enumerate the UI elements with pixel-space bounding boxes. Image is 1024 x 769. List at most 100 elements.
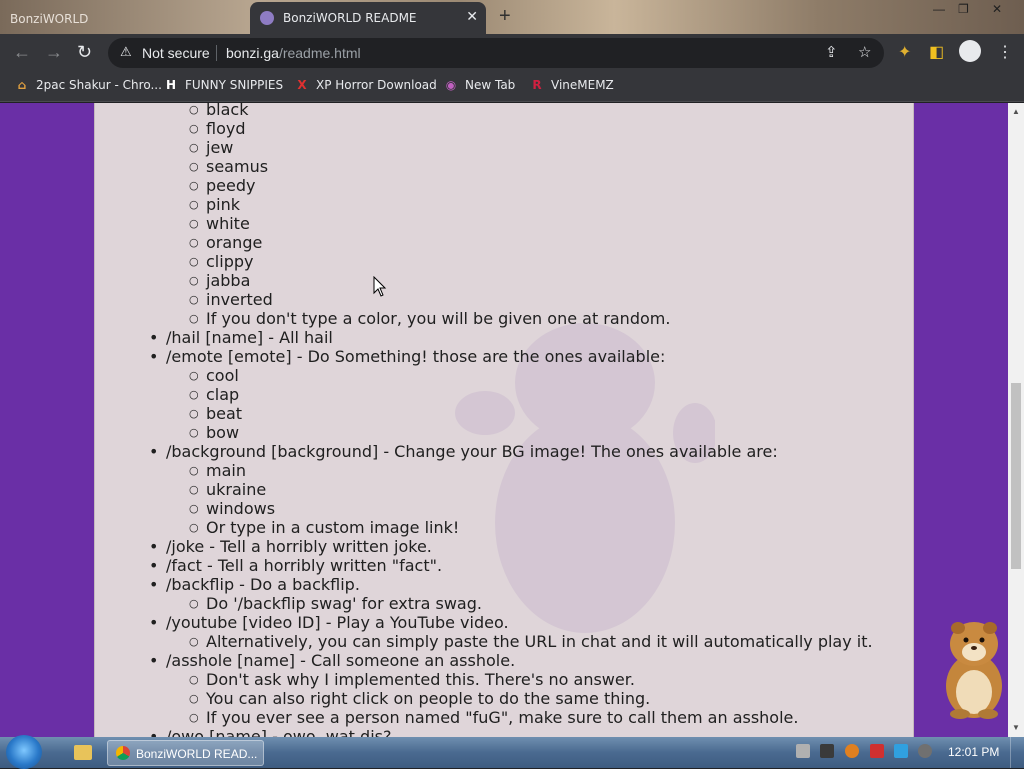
color-item: peedy	[189, 176, 256, 195]
close-window-button[interactable]: ✕	[992, 2, 1002, 16]
command-owo: /owo [name] - owo, wat dis?	[149, 727, 392, 737]
profile-avatar-icon[interactable]	[959, 40, 981, 62]
emote-item: beat	[189, 404, 242, 423]
bookmark-xp-horror[interactable]: X XP Horror Download	[294, 78, 437, 92]
page-scrollbar[interactable]: ▲ ▼	[1008, 103, 1024, 737]
warning-icon[interactable]: ⚠	[120, 44, 132, 60]
chrome-taskbar-label: BonziWORLD READ...	[136, 747, 258, 761]
bookmark-icon: X	[297, 78, 307, 92]
bookmark-2pac[interactable]: ⌂ 2pac Shakur - Chro...	[14, 78, 162, 92]
address-bar[interactable]: ⚠ Not secure bonzi.ga/readme.html ⇪ ☆	[108, 38, 884, 68]
show-desktop-button[interactable]	[1010, 737, 1024, 768]
scroll-down-icon[interactable]: ▼	[1012, 723, 1020, 732]
mouse-cursor-icon	[373, 276, 387, 297]
color-note: If you don't type a color, you will be g…	[189, 309, 670, 328]
tray-flag-icon[interactable]	[870, 744, 884, 758]
share-icon[interactable]: ⇪	[825, 43, 838, 61]
color-item: pink	[189, 195, 240, 214]
background-item: main	[189, 461, 246, 480]
emote-item: clap	[189, 385, 239, 404]
color-item: orange	[189, 233, 262, 252]
hamster-character-image[interactable]	[938, 614, 1008, 720]
forward-arrow-icon[interactable]: →	[45, 42, 63, 63]
background-item: Or type in a custom image link!	[189, 518, 459, 537]
bookmark-icon: R	[532, 78, 542, 92]
bookmark-vinememz[interactable]: R VineMEMZ	[529, 78, 614, 92]
backflip-note: Do '/backflip swag' for extra swag.	[189, 594, 482, 613]
url-path: /readme.html	[278, 45, 361, 61]
chrome-taskbar-button[interactable]: BonziWORLD READ...	[107, 740, 264, 766]
url-host: bonzi.ga	[226, 45, 279, 61]
color-item: jew	[189, 138, 234, 157]
browser-toolbar: ← → ↻ ⚠ Not secure bonzi.ga/readme.html …	[0, 34, 1024, 72]
readme-content: black floyd jew seamus peedy pink white …	[94, 103, 914, 737]
background-item: ukraine	[189, 480, 266, 499]
command-asshole: /asshole [name] - Call someone an asshol…	[149, 651, 515, 670]
command-background: /background [background] - Change your B…	[149, 442, 778, 461]
tab-label: BonziWORLD README	[283, 11, 417, 25]
security-label[interactable]: Not secure	[142, 45, 210, 61]
background-item: windows	[189, 499, 275, 518]
tab-strip: BonziWORLD BonziWORLD README ✕ + — ❐ ✕	[0, 0, 1024, 34]
emote-item: cool	[189, 366, 239, 385]
scroll-up-icon[interactable]: ▲	[1012, 107, 1020, 116]
command-hail: /hail [name] - All hail	[149, 328, 333, 347]
page-viewport: black floyd jew seamus peedy pink white …	[0, 103, 1008, 737]
bookmarks-bar: ⌂ 2pac Shakur - Chro... H FUNNY SNIPPIES X…	[0, 72, 1024, 102]
explorer-taskbar-button[interactable]	[62, 740, 102, 766]
command-emote: /emote [emote] - Do Something! those are…	[149, 347, 665, 366]
bookmark-funny-snippies[interactable]: H FUNNY SNIPPIES	[163, 78, 283, 92]
bookmark-label: FUNNY SNIPPIES	[185, 78, 284, 92]
windows-taskbar: BonziWORLD READ... 12:01 PM	[0, 735, 1024, 769]
folder-icon	[74, 745, 92, 760]
bookmark-icon: ⌂	[17, 78, 27, 92]
color-item: floyd	[189, 119, 245, 138]
command-youtube: /youtube [video ID] - Play a YouTube vid…	[149, 613, 509, 632]
chrome-icon	[116, 746, 130, 760]
taskbar-clock[interactable]: 12:01 PM	[948, 745, 999, 759]
color-item: jabba	[189, 271, 251, 290]
bookmark-label: VineMEMZ	[551, 78, 614, 92]
color-item: inverted	[189, 290, 273, 309]
new-tab-button[interactable]: +	[499, 5, 511, 28]
bookmark-star-icon[interactable]: ☆	[858, 43, 871, 61]
menu-kebab-icon[interactable]: ⋮	[997, 42, 1013, 62]
divider	[216, 45, 217, 61]
asshole-note: Don't ask why I implemented this. There'…	[189, 670, 635, 689]
close-tab-icon[interactable]: ✕	[466, 9, 478, 25]
tab-label: BonziWORLD	[10, 12, 89, 26]
command-backflip: /backflip - Do a backflip.	[149, 575, 360, 594]
color-item: black	[189, 103, 249, 119]
youtube-note: Alternatively, you can simply paste the …	[189, 632, 873, 651]
bookmark-icon: H	[165, 78, 177, 92]
bookmark-new-tab[interactable]: ◉ New Tab	[443, 78, 516, 92]
extensions-icon[interactable]: ✦	[898, 42, 911, 62]
color-item: seamus	[189, 157, 268, 176]
tray-volume-icon[interactable]	[918, 744, 932, 758]
command-fact: /fact - Tell a horribly written "fact".	[149, 556, 442, 575]
tray-tool-icon[interactable]	[820, 744, 834, 758]
asshole-note: You can also right click on people to do…	[189, 689, 650, 708]
reload-icon[interactable]: ↻	[77, 42, 92, 63]
tray-network-icon[interactable]	[894, 744, 908, 758]
side-panel-icon[interactable]: ◧	[929, 42, 944, 62]
back-arrow-icon[interactable]: ←	[13, 42, 31, 63]
emote-item: bow	[189, 423, 239, 442]
tray-app-icon[interactable]	[796, 744, 810, 758]
scrollbar-thumb[interactable]	[1011, 383, 1021, 569]
command-joke: /joke - Tell a horribly written joke.	[149, 537, 432, 556]
restore-button[interactable]: ❐	[958, 2, 969, 16]
color-item: clippy	[189, 252, 254, 271]
start-button[interactable]	[6, 735, 42, 769]
bookmark-label: XP Horror Download	[316, 78, 437, 92]
bookmark-label: 2pac Shakur - Chro...	[36, 78, 162, 92]
bookmark-icon: ◉	[445, 78, 457, 92]
color-item: white	[189, 214, 250, 233]
tab-bonziworld[interactable]: BonziWORLD	[0, 4, 248, 34]
asshole-note: If you ever see a person named "fuG", ma…	[189, 708, 798, 727]
minimize-button[interactable]: —	[933, 2, 945, 16]
bonzi-favicon-icon	[260, 11, 274, 25]
url-text[interactable]: bonzi.ga/readme.html	[226, 45, 361, 61]
tray-search-icon[interactable]	[845, 744, 859, 758]
tab-readme[interactable]: BonziWORLD README ✕	[250, 2, 486, 34]
